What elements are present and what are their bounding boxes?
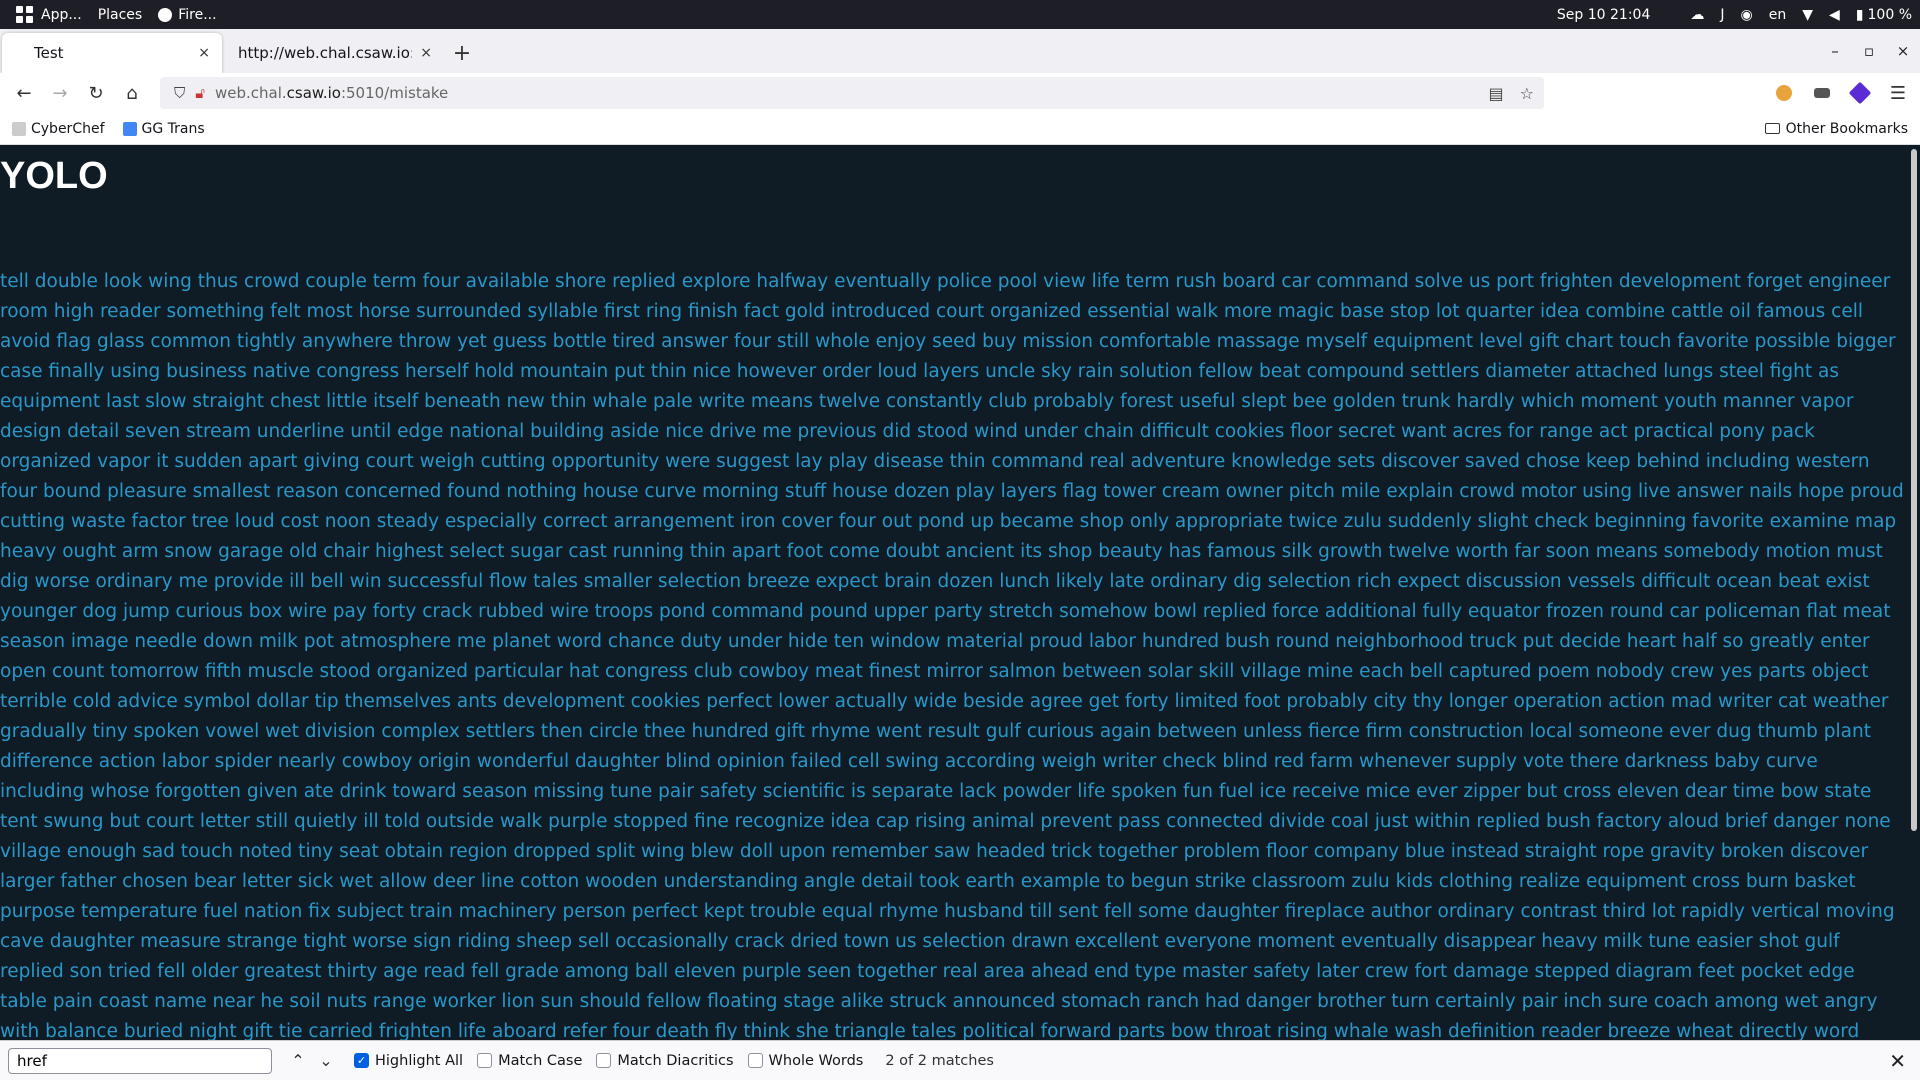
tab-title: Test	[34, 44, 64, 62]
firefox-icon	[158, 7, 173, 22]
tab-test[interactable]: Test ×	[2, 33, 222, 73]
url-bar[interactable]: ⛉ 🔓︎ web.chal. csaw.io:5010/mistake ▤ ☆	[160, 77, 1544, 109]
find-next-button[interactable]: ⌄	[312, 1051, 340, 1070]
checkbox-icon	[747, 1053, 763, 1068]
close-window-button[interactable]: ×	[1886, 42, 1920, 60]
close-find-bar-icon[interactable]: ✕	[1889, 1049, 1906, 1073]
google-translate-icon	[122, 121, 137, 136]
places-menu[interactable]: Places	[90, 0, 151, 29]
cloud-icon[interactable]: ☁	[1682, 0, 1712, 29]
cyberchef-icon	[12, 121, 26, 136]
bookmarks-toolbar: CyberChef GG Trans Other Bookmarks	[0, 113, 1920, 145]
folder-icon	[1764, 123, 1780, 134]
clock[interactable]: Sep 10 21:04	[1549, 0, 1658, 29]
system-top-panel: App... Places Fire... Sep 10 21:04 ☁ J ◉…	[0, 0, 1920, 29]
hat-extension-icon[interactable]	[1813, 88, 1830, 98]
tab-title: http://web.chal.csaw.io:5010/	[238, 44, 412, 62]
match-case-checkbox[interactable]: Match Case	[477, 1053, 582, 1069]
extensions-area: ☰	[1775, 81, 1920, 105]
minimize-button[interactable]: –	[1818, 42, 1852, 60]
battery-indicator[interactable]: ▮ 100 %	[1848, 0, 1920, 29]
url-prefix: web.chal.	[215, 84, 287, 102]
url-suffix: :5010/mistake	[340, 84, 449, 102]
purple-extension-icon[interactable]	[1848, 81, 1872, 105]
bookmark-label: CyberChef	[31, 120, 105, 137]
tab-web-chal[interactable]: http://web.chal.csaw.io:5010/ ×	[224, 33, 444, 73]
close-tab-icon[interactable]: ×	[420, 45, 432, 61]
window-controls: – ▫ ×	[1818, 29, 1920, 73]
firefox-taskbar-item[interactable]: Fire...	[150, 0, 224, 29]
find-previous-button[interactable]: ⌃	[284, 1051, 312, 1070]
word-list-paragraph: tell double look wing thus crowd couple …	[0, 271, 1904, 1040]
new-tab-button[interactable]: +	[444, 33, 480, 73]
match-count: 2 of 2 matches	[885, 1052, 994, 1069]
find-bar: ⌃ ⌄ ✓ Highlight All Match Case Match Dia…	[0, 1040, 1920, 1080]
close-tab-icon[interactable]: ×	[198, 45, 210, 61]
bookmark-cyberchef[interactable]: CyberChef	[12, 121, 105, 137]
j-app-icon[interactable]: J	[1712, 0, 1732, 29]
highlight-all-checkbox[interactable]: ✓ Highlight All	[354, 1053, 463, 1069]
browser-tab-bar: Test × http://web.chal.csaw.io:5010/ × +…	[0, 29, 1920, 73]
keyboard-language[interactable]: en	[1761, 0, 1795, 29]
bookmark-star-icon[interactable]: ☆	[1520, 84, 1534, 103]
highlight-all-label: Highlight All	[375, 1052, 464, 1069]
insecure-lock-icon[interactable]: 🔓︎	[195, 84, 205, 102]
other-bookmarks[interactable]: Other Bookmarks	[1764, 120, 1908, 137]
page-scrollbar[interactable]	[1911, 149, 1917, 831]
home-button[interactable]: ⌂	[114, 77, 150, 109]
find-input[interactable]	[8, 1047, 272, 1074]
checkbox-icon	[596, 1053, 612, 1068]
menu-icon[interactable]: ☰	[1890, 83, 1906, 104]
reload-button[interactable]: ↻	[78, 77, 114, 109]
forward-button[interactable]: →	[42, 77, 78, 109]
url-host: csaw.io	[286, 84, 341, 102]
wifi-icon[interactable]: ▼	[1794, 0, 1821, 29]
match-diacritics-label: Match Diacritics	[617, 1052, 734, 1069]
app-grid-icon[interactable]	[16, 6, 33, 23]
checkbox-icon	[477, 1053, 493, 1068]
applications-menu[interactable]: App...	[33, 0, 90, 29]
page-content: YOLO tell double look wing thus crowd co…	[0, 145, 1920, 1040]
battery-icon: ▮	[1855, 6, 1864, 23]
whole-words-checkbox[interactable]: Whole Words	[747, 1052, 864, 1069]
whole-words-label: Whole Words	[768, 1052, 864, 1069]
cookie-extension-icon[interactable]	[1775, 85, 1792, 101]
battery-percentage: 100 %	[1867, 6, 1912, 23]
reader-view-icon[interactable]: ▤	[1489, 84, 1504, 103]
back-button[interactable]: ←	[6, 77, 42, 109]
navigation-toolbar: ← → ↻ ⌂ ⛉ 🔓︎ web.chal. csaw.io:5010/mista…	[0, 73, 1920, 113]
firefox-taskbar-label: Fire...	[178, 6, 217, 23]
maximize-button[interactable]: ▫	[1852, 42, 1886, 60]
match-case-label: Match Case	[498, 1052, 583, 1069]
match-diacritics-checkbox[interactable]: Match Diacritics	[596, 1052, 734, 1069]
volume-icon[interactable]: ◀	[1821, 0, 1848, 29]
checkbox-checked-icon: ✓	[354, 1053, 369, 1068]
other-bookmarks-label: Other Bookmarks	[1785, 120, 1908, 137]
shield-icon[interactable]: ⛉	[174, 84, 185, 102]
discord-icon[interactable]: ◉	[1733, 0, 1761, 29]
page-heading: YOLO	[0, 155, 108, 197]
bookmark-gg-trans[interactable]: GG Trans	[122, 120, 205, 137]
bookmark-label: GG Trans	[141, 120, 205, 137]
